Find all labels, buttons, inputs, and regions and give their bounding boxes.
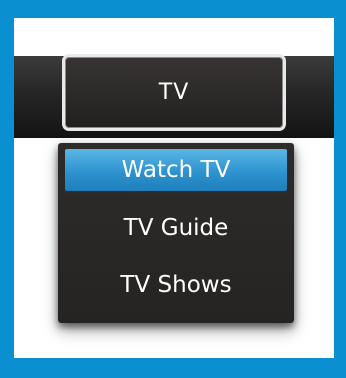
app-canvas: TV Watch TV TV Guide TV Shows xyxy=(14,18,334,358)
tv-dropdown-menu: Watch TV TV Guide TV Shows xyxy=(58,143,294,323)
screenshot-frame: TV Watch TV TV Guide TV Shows xyxy=(0,0,346,378)
menu-item-tv-shows[interactable]: TV Shows xyxy=(65,264,287,306)
menu-item-tv-guide[interactable]: TV Guide xyxy=(65,207,287,249)
menu-item-watch-tv[interactable]: Watch TV xyxy=(65,149,287,191)
tv-menu-button[interactable]: TV xyxy=(62,54,286,131)
